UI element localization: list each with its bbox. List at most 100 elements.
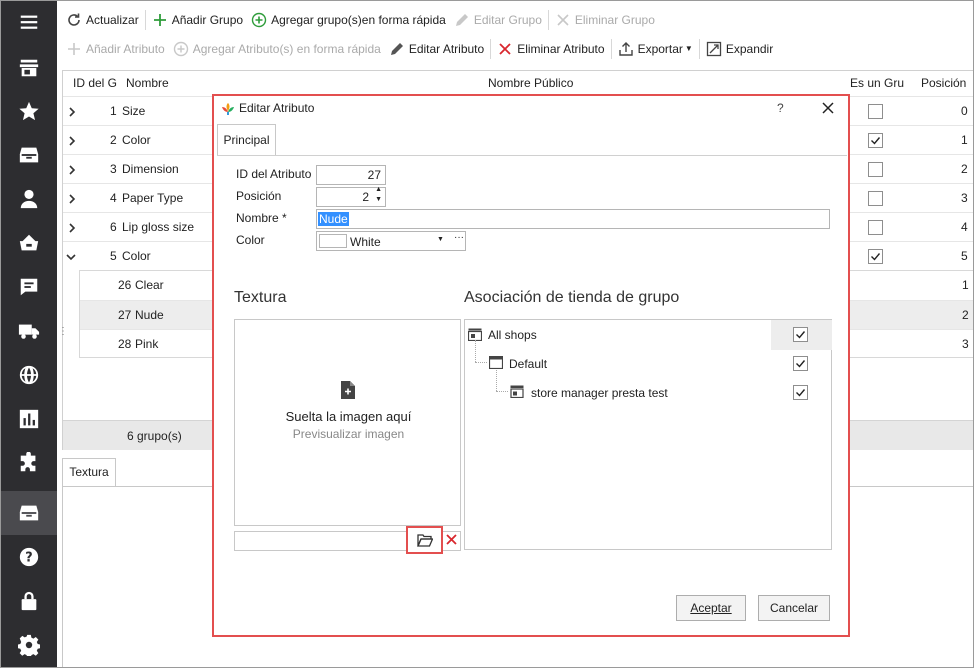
- tab-principal[interactable]: Principal: [217, 124, 276, 155]
- column-header-name[interactable]: Nombre: [126, 71, 169, 96]
- refresh-button[interactable]: Actualizar: [62, 8, 143, 32]
- delete-group-label: Eliminar Grupo: [574, 12, 655, 27]
- plus-icon: [153, 13, 166, 26]
- is-color-checkbox[interactable]: [868, 133, 883, 148]
- shop-all-label: All shops: [488, 328, 537, 342]
- puzzle-icon[interactable]: [0, 441, 57, 485]
- add-group-button[interactable]: Añadir Grupo: [148, 8, 247, 32]
- chevron-right-icon[interactable]: [67, 107, 77, 117]
- stepper-down-icon[interactable]: ▼: [375, 196, 382, 203]
- shop-tree: All shops Default store manager presta t…: [464, 319, 832, 550]
- star-icon[interactable]: [0, 89, 57, 133]
- plus-circle-icon: [173, 41, 188, 56]
- quick-add-groups-button[interactable]: Agregar grupo(s)en forma rápida: [247, 8, 450, 32]
- attribute-id-field[interactable]: 27: [316, 165, 386, 185]
- user-icon[interactable]: [0, 177, 57, 221]
- shop-store-checkbox[interactable]: [793, 385, 808, 400]
- help-button[interactable]: ?: [777, 101, 784, 115]
- shop-default-checkbox[interactable]: [793, 356, 808, 371]
- shop-all-checkbox[interactable]: [793, 327, 808, 342]
- attribute-id: 26: [118, 278, 132, 292]
- expand-button[interactable]: Expandir: [702, 37, 777, 61]
- attribute-id-label: ID del Atributo: [236, 167, 312, 181]
- column-header-id[interactable]: ID del G: [73, 71, 117, 96]
- export-button[interactable]: Exportar ▼: [614, 37, 697, 61]
- image-dropzone[interactable]: Suelta la imagen aquí Previsualizar imag…: [234, 319, 461, 526]
- column-header-public-name[interactable]: Nombre Público: [488, 71, 573, 96]
- checkmark-icon: [796, 331, 806, 339]
- globe-icon[interactable]: [0, 353, 57, 397]
- export-label: Exportar: [637, 41, 683, 56]
- chevron-right-icon[interactable]: [67, 165, 77, 175]
- checkmark-icon: [796, 389, 806, 397]
- is-color-checkbox[interactable]: [868, 162, 883, 177]
- clear-image-icon[interactable]: [446, 534, 457, 545]
- expand-icon: [706, 41, 721, 56]
- basket-icon[interactable]: [0, 221, 57, 265]
- color-value: White: [350, 235, 381, 249]
- column-header-position[interactable]: Posición: [921, 71, 966, 96]
- accept-label: Aceptar: [690, 601, 732, 615]
- chevron-right-icon[interactable]: [67, 223, 77, 233]
- add-attribute-button[interactable]: Añadir Atributo: [62, 37, 169, 61]
- row-position: 1: [961, 133, 968, 147]
- cancel-button[interactable]: Cancelar: [758, 595, 830, 621]
- is-color-checkbox[interactable]: [868, 249, 883, 264]
- tree-line: [475, 340, 476, 362]
- row-name: Color: [122, 249, 151, 263]
- stepper-up-icon[interactable]: ▲: [375, 186, 382, 193]
- position-value: 2: [362, 190, 369, 204]
- name-field[interactable]: Nude: [316, 209, 830, 229]
- chevron-right-icon[interactable]: [67, 194, 77, 204]
- truck-icon[interactable]: [0, 309, 57, 353]
- message-icon[interactable]: [0, 265, 57, 309]
- store-icon[interactable]: [0, 46, 57, 90]
- export-icon: [618, 41, 633, 56]
- column-header-is-color-group[interactable]: Es un Gru: [850, 71, 904, 96]
- row-name: Size: [122, 104, 146, 118]
- file-add-icon: [341, 381, 355, 399]
- lock-icon[interactable]: [0, 579, 57, 623]
- help-icon[interactable]: ?: [0, 535, 57, 579]
- checkmark-icon: [871, 137, 881, 145]
- is-color-checkbox[interactable]: [868, 191, 883, 206]
- row-position: 3: [961, 191, 968, 205]
- checkmark-icon: [871, 253, 881, 261]
- is-color-checkbox[interactable]: [868, 220, 883, 235]
- attribute-name: Clear: [135, 278, 164, 292]
- quick-add-groups-label: Agregar grupo(s)en forma rápida: [271, 12, 446, 27]
- shop-icon: [510, 385, 524, 398]
- archive-icon[interactable]: [0, 133, 57, 177]
- edit-attribute-dialog: Editar Atributo ? Principal ID del Atrib…: [212, 94, 850, 637]
- dropdown-arrow-icon[interactable]: ▼: [437, 236, 444, 243]
- position-stepper[interactable]: 2 ▲ ▼: [316, 186, 386, 207]
- name-label: Nombre *: [236, 211, 287, 225]
- archive-active-icon[interactable]: [0, 491, 57, 535]
- splitter-handle[interactable]: ⋮: [58, 327, 68, 340]
- report-icon[interactable]: [0, 397, 57, 441]
- menu-icon[interactable]: [0, 0, 57, 44]
- browse-image-button[interactable]: [406, 526, 443, 554]
- accept-button[interactable]: Aceptar: [676, 595, 746, 621]
- dropdown-arrow-icon: ▼: [684, 44, 693, 53]
- edit-group-button[interactable]: Editar Grupo: [450, 8, 546, 32]
- delete-attribute-button[interactable]: Eliminar Atributo: [493, 37, 608, 61]
- attribute-position: 2: [962, 308, 969, 322]
- quick-add-attributes-button[interactable]: Agregar Atributo(s) en forma rápida: [169, 37, 385, 61]
- delete-group-button[interactable]: Eliminar Grupo: [551, 8, 659, 32]
- chevron-right-icon[interactable]: [67, 136, 77, 146]
- plus-icon: [68, 42, 80, 55]
- is-color-checkbox[interactable]: [868, 104, 883, 119]
- tab-texture[interactable]: Textura: [62, 458, 116, 486]
- toolbar-separator: [698, 38, 700, 59]
- color-more-button[interactable]: ···: [454, 232, 464, 243]
- edit-attribute-label: Editar Atributo: [408, 41, 485, 56]
- drop-text: Suelta la imagen aquí: [285, 409, 412, 424]
- close-icon[interactable]: [822, 102, 834, 114]
- row-position: 4: [961, 220, 968, 234]
- edit-attribute-button[interactable]: Editar Atributo: [385, 37, 488, 61]
- chevron-down-icon[interactable]: [66, 252, 76, 262]
- color-dropdown[interactable]: White ▼ ···: [316, 231, 466, 251]
- gear-icon[interactable]: [0, 623, 57, 667]
- row-name: Lip gloss size: [122, 220, 195, 234]
